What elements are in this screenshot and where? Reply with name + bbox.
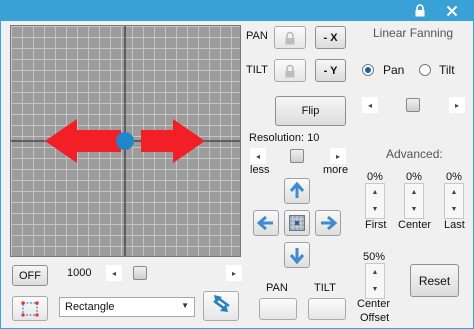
slider-right-arrow-icon[interactable]: ▸ xyxy=(449,97,465,113)
last-percent: 0% xyxy=(446,171,462,183)
center-point[interactable] xyxy=(116,132,134,150)
pan-tilt-grid[interactable] xyxy=(10,25,241,257)
move-up-button[interactable] xyxy=(284,178,310,204)
last-spinner[interactable]: ▲ ▼ xyxy=(444,183,464,219)
chevron-down-icon: ▼ xyxy=(181,301,189,310)
arrow-down-icon xyxy=(289,248,305,264)
pan-radio-label: Pan xyxy=(383,63,405,77)
lock-icon xyxy=(285,64,295,77)
arrow-up-icon xyxy=(289,182,305,198)
linear-fanning-title: Linear Fanning xyxy=(373,26,454,40)
fanning-slider[interactable]: ◂ ▸ xyxy=(362,97,465,113)
more-label: more xyxy=(323,164,349,176)
spin-down-icon[interactable]: ▼ xyxy=(366,201,384,218)
resolution-slider[interactable]: ◂ ▸ xyxy=(250,148,346,164)
slider-left-arrow-icon[interactable]: ◂ xyxy=(106,265,122,281)
slider-thumb[interactable] xyxy=(133,266,147,280)
advanced-label: Advanced: xyxy=(386,147,443,161)
first-percent: 0% xyxy=(367,171,383,183)
resolution-label: Resolution: 10 xyxy=(249,132,319,144)
shape-select-value: Rectangle xyxy=(65,301,115,313)
speed-value: 1000 xyxy=(67,267,92,279)
tilt-action-button[interactable] xyxy=(308,298,346,320)
move-down-button[interactable] xyxy=(284,242,310,268)
off-button[interactable]: OFF xyxy=(12,265,48,286)
pan-radio[interactable] xyxy=(362,64,374,76)
pan-bottom-label: PAN xyxy=(266,282,288,294)
left-arrow-icon xyxy=(45,119,121,163)
swap-arrows-icon xyxy=(213,295,230,312)
tilt-radio[interactable] xyxy=(419,64,431,76)
center-offset-label-line1: Center xyxy=(357,298,391,310)
move-right-button[interactable] xyxy=(315,210,341,236)
arrow-left-icon xyxy=(257,215,273,231)
center-offset-percent: 50% xyxy=(363,251,386,263)
center-offset-spinner[interactable]: ▲ ▼ xyxy=(365,263,385,299)
center-grid-icon xyxy=(289,215,305,231)
slider-right-arrow-icon[interactable]: ▸ xyxy=(226,265,242,281)
right-arrow-icon xyxy=(141,119,205,163)
slider-thumb[interactable] xyxy=(406,98,420,112)
spin-down-icon[interactable]: ▼ xyxy=(405,201,423,218)
center-label: Center xyxy=(398,219,432,231)
pan-lock-label: PAN xyxy=(246,30,268,42)
swap-direction-button[interactable] xyxy=(203,291,239,321)
tilt-lock-label: TILT xyxy=(246,64,268,76)
center-spinner[interactable]: ▲ ▼ xyxy=(404,183,424,219)
reset-button[interactable]: Reset xyxy=(410,264,459,297)
close-window-button[interactable] xyxy=(434,0,470,21)
pan-lock-button[interactable] xyxy=(274,26,306,49)
first-label: First xyxy=(365,219,387,231)
slider-left-arrow-icon[interactable]: ◂ xyxy=(250,148,266,164)
tilt-radio-label: Tilt xyxy=(439,63,455,77)
less-label: less xyxy=(250,164,270,176)
center-button[interactable] xyxy=(284,210,310,236)
resolution-label-text: Resolution: xyxy=(249,132,305,144)
spin-up-icon[interactable]: ▲ xyxy=(405,184,423,201)
lock-window-button[interactable] xyxy=(409,0,431,21)
lock-icon xyxy=(415,4,425,17)
first-spinner[interactable]: ▲ ▼ xyxy=(365,183,385,219)
invert-y-button[interactable]: - Y xyxy=(315,59,346,82)
move-left-button[interactable] xyxy=(253,210,279,236)
tilt-lock-button[interactable] xyxy=(274,59,306,82)
spin-up-icon[interactable]: ▲ xyxy=(366,184,384,201)
speed-slider[interactable]: ◂ ▸ xyxy=(106,265,242,281)
center-percent: 0% xyxy=(406,171,422,183)
marquee-select-icon xyxy=(21,301,39,316)
select-rectangle-button[interactable] xyxy=(12,296,48,321)
flip-button[interactable]: Flip xyxy=(275,96,346,126)
spin-down-icon[interactable]: ▼ xyxy=(445,201,463,218)
slider-left-arrow-icon[interactable]: ◂ xyxy=(362,97,378,113)
slider-thumb[interactable] xyxy=(290,149,304,163)
close-icon xyxy=(446,5,458,16)
lock-icon xyxy=(285,31,295,44)
last-label: Last xyxy=(444,219,465,231)
spin-up-icon[interactable]: ▲ xyxy=(445,184,463,201)
pan-action-button[interactable] xyxy=(259,298,297,320)
center-offset-label-line2: Offset xyxy=(360,312,390,324)
shape-select[interactable]: Rectangle ▼ xyxy=(59,297,195,317)
tilt-bottom-label: TILT xyxy=(314,282,336,294)
spin-down-icon[interactable]: ▼ xyxy=(366,281,384,298)
resolution-value: 10 xyxy=(307,132,320,144)
slider-right-arrow-icon[interactable]: ▸ xyxy=(330,148,346,164)
plugin-window: OFF 1000 ◂ ▸ Rectangle ▼ PAN - X TILT - … xyxy=(0,21,474,329)
title-bar xyxy=(0,0,474,21)
arrow-right-icon xyxy=(321,215,337,231)
invert-x-button[interactable]: - X xyxy=(315,26,346,49)
spin-up-icon[interactable]: ▲ xyxy=(366,264,384,281)
